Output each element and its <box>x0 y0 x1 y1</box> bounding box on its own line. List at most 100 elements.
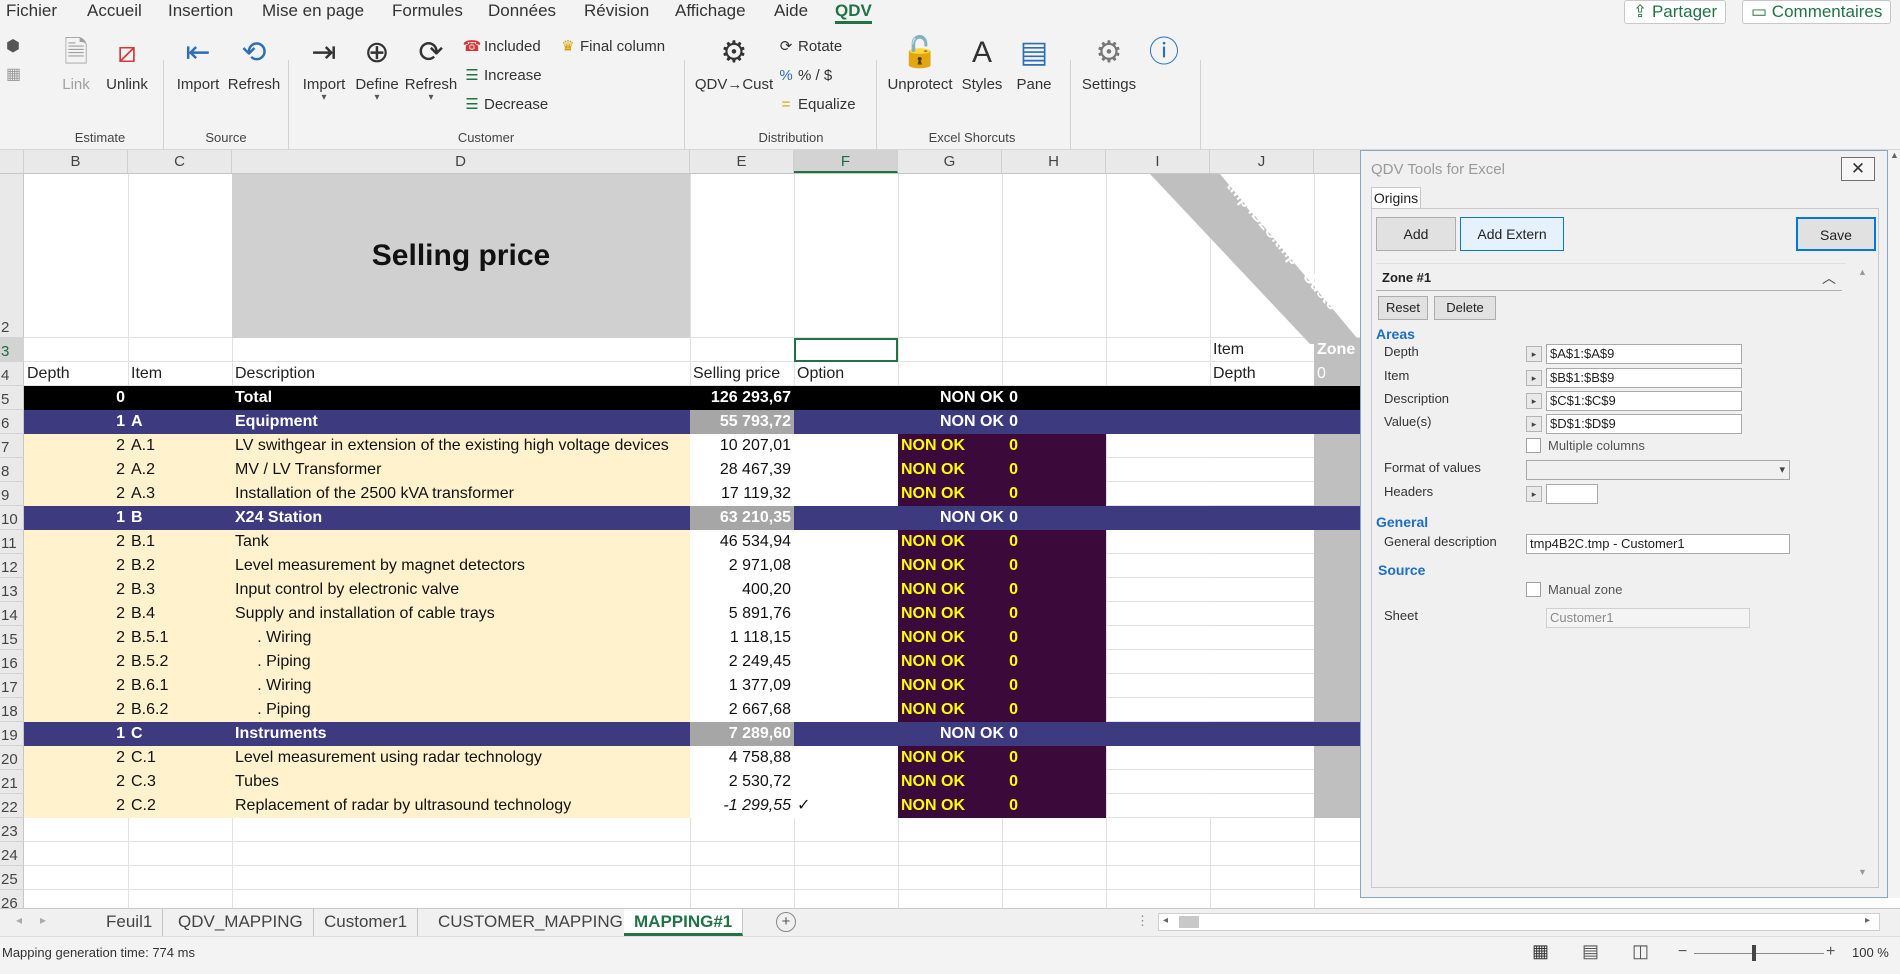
cell-value[interactable]: 0 <box>1002 458 1106 482</box>
cell-j[interactable] <box>1210 602 1314 626</box>
splitter-handle-icon[interactable]: ⋮ <box>1136 913 1149 929</box>
cell-j3[interactable]: Item <box>1210 338 1314 362</box>
cell-depth[interactable]: 2 <box>24 626 128 650</box>
cell-item[interactable]: B.1 <box>128 530 232 554</box>
range-picker-values[interactable]: ▸ <box>1526 416 1542 432</box>
cell-description[interactable]: Total <box>232 386 690 410</box>
cell-j4[interactable]: Depth <box>1210 362 1314 386</box>
row-header[interactable]: 20 <box>0 746 24 770</box>
cell-selling-price[interactable]: 1 377,09 <box>690 674 794 698</box>
settings-button[interactable]: ⚙ Settings <box>1078 36 1140 93</box>
cell-value[interactable]: 0 <box>1002 602 1106 626</box>
header-selling-price[interactable]: Selling price <box>690 362 794 386</box>
cell-selling-price[interactable]: 55 793,72 <box>690 410 794 434</box>
cell-selling-price[interactable]: 10 207,01 <box>690 434 794 458</box>
cell-selling-price[interactable]: 2 971,08 <box>690 554 794 578</box>
cell-item[interactable]: B.4 <box>128 602 232 626</box>
row-header[interactable]: 23 <box>0 818 24 842</box>
cell-description[interactable]: X24 Station <box>232 506 690 530</box>
normal-view-icon[interactable]: ▦ <box>1532 941 1549 962</box>
unprotect-button[interactable]: 🔓 Unprotect <box>884 36 956 93</box>
menu-insertion[interactable]: Insertion <box>168 0 233 24</box>
select-all-corner[interactable] <box>0 150 24 173</box>
cell-j[interactable] <box>1210 434 1314 458</box>
values-range-input[interactable]: $D$1:$D$9 <box>1546 414 1742 434</box>
row-header[interactable]: 17 <box>0 674 24 698</box>
cell-item[interactable] <box>128 386 232 410</box>
cell-depth[interactable]: 2 <box>24 674 128 698</box>
add-extern-button[interactable]: Add Extern <box>1460 217 1564 251</box>
cell-k[interactable] <box>1314 434 1362 458</box>
cell-k[interactable] <box>1314 626 1362 650</box>
menu-qdv[interactable]: QDV <box>835 0 872 24</box>
row-header[interactable]: 11 <box>0 530 24 554</box>
headers-range-input[interactable] <box>1546 484 1598 504</box>
manual-zone-checkbox[interactable] <box>1526 582 1541 597</box>
included-button[interactable]: ☎ Included <box>462 36 541 58</box>
cell-depth[interactable]: 0 <box>24 386 128 410</box>
cell-k[interactable] <box>1314 482 1362 506</box>
cell-depth[interactable]: 1 <box>24 506 128 530</box>
header-depth[interactable]: Depth <box>24 362 128 386</box>
comments-button[interactable]: ▭ Commentaires <box>1742 0 1892 24</box>
row-header[interactable]: 9 <box>0 482 24 506</box>
chevron-up-icon[interactable]: ︿ <box>1822 268 1836 288</box>
cell-k3[interactable]: Zone <box>1314 338 1362 362</box>
scroll-up-icon[interactable]: ▲ <box>1858 267 1867 277</box>
column-header-f[interactable]: F <box>794 150 898 173</box>
cell-depth[interactable]: 2 <box>24 794 128 818</box>
cell-k[interactable] <box>1314 602 1362 626</box>
cell-depth[interactable]: 2 <box>24 770 128 794</box>
cell-depth[interactable]: 1 <box>24 410 128 434</box>
cell-item[interactable]: B.6.1 <box>128 674 232 698</box>
cell-value[interactable]: 0 <box>1002 386 1106 410</box>
column-header-c[interactable]: C <box>128 150 232 173</box>
delete-button[interactable]: Delete <box>1434 296 1496 320</box>
general-description-input[interactable]: tmp4B2C.tmp - Customer1 <box>1526 534 1790 554</box>
cell-item[interactable]: B.2 <box>128 554 232 578</box>
menu-donnees[interactable]: Données <box>488 0 556 24</box>
range-picker-headers[interactable]: ▸ <box>1526 486 1542 502</box>
cell-description[interactable]: Equipment <box>232 410 690 434</box>
styles-button[interactable]: A Styles <box>958 36 1006 93</box>
menu-aide[interactable]: Aide <box>774 0 808 24</box>
column-header-i[interactable]: I <box>1106 150 1210 173</box>
description-range-input[interactable]: $C$1:$C$9 <box>1546 391 1742 411</box>
item-range-input[interactable]: $B$1:$B$9 <box>1546 368 1742 388</box>
cell-item[interactable]: C.3 <box>128 770 232 794</box>
cell-selling-price[interactable]: 1 118,15 <box>690 626 794 650</box>
cell-k4[interactable]: 0 <box>1314 362 1362 386</box>
customer-define-button[interactable]: ⊕ Define ▾ <box>350 36 404 103</box>
zoom-slider-track[interactable] <box>1694 953 1824 954</box>
header-description[interactable]: Description <box>232 362 690 386</box>
percent-dollar-button[interactable]: %% / $ <box>776 65 832 87</box>
cell-description[interactable]: Installation of the 2500 kVA transformer <box>232 482 690 506</box>
cell-selling-price[interactable]: 46 534,94 <box>690 530 794 554</box>
cell-depth[interactable]: 2 <box>24 458 128 482</box>
share-button[interactable]: ⇪ Partager <box>1624 0 1727 24</box>
cell-option[interactable] <box>794 650 898 674</box>
cell-selling-price[interactable]: 7 289,60 <box>690 722 794 746</box>
cell-option[interactable] <box>794 482 898 506</box>
column-header-e[interactable]: E <box>690 150 794 173</box>
cell-selling-price[interactable]: 126 293,67 <box>690 386 794 410</box>
horizontal-scrollbar[interactable]: ◂ ▸ <box>1158 913 1880 931</box>
sheet-vertical-scrollbar[interactable]: ▲ <box>1888 150 1900 898</box>
cell-option[interactable] <box>794 458 898 482</box>
cell-item[interactable]: B.5.1 <box>128 626 232 650</box>
row-header[interactable]: 6 <box>0 410 24 434</box>
zoom-in-icon[interactable]: + <box>1826 943 1835 961</box>
cell-j[interactable] <box>1210 458 1314 482</box>
cell-item[interactable]: A.2 <box>128 458 232 482</box>
range-picker-depth[interactable]: ▸ <box>1526 346 1542 362</box>
zoom-slider-thumb[interactable] <box>1752 945 1756 961</box>
decrease-button[interactable]: ☰ Decrease <box>462 94 548 116</box>
cell-k[interactable] <box>1314 794 1362 818</box>
cell-selling-price[interactable]: 2 667,68 <box>690 698 794 722</box>
cell-value[interactable]: 0 <box>1002 530 1106 554</box>
reset-button[interactable]: Reset <box>1378 296 1428 320</box>
multiple-columns-checkbox[interactable] <box>1526 438 1541 453</box>
scroll-left-icon[interactable]: ◂ <box>1163 915 1168 926</box>
sheet-tab-customer-mapping[interactable]: CUSTOMER_MAPPING <box>428 909 634 936</box>
cell-selling-price[interactable]: 4 758,88 <box>690 746 794 770</box>
